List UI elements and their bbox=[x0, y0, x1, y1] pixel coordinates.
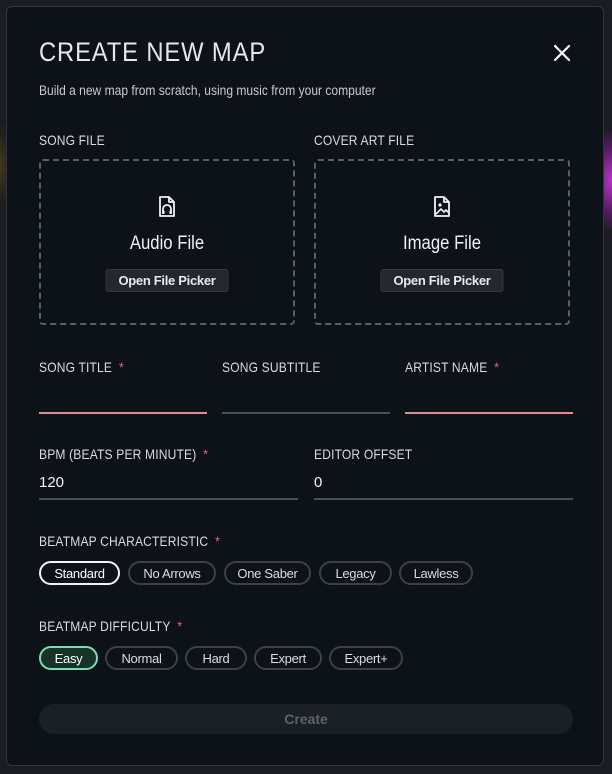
artist-name-underline bbox=[405, 412, 573, 414]
bpm-label: BPM (BEATS PER MINUTE) * bbox=[39, 446, 209, 462]
required-marker: * bbox=[494, 359, 500, 375]
required-marker: * bbox=[177, 618, 183, 634]
song-title-label: SONG TITLE * bbox=[39, 359, 124, 375]
song-file-title: Audio File bbox=[129, 233, 205, 254]
modal-title: CREATE NEW MAP bbox=[39, 37, 267, 67]
characteristic-option-no-arrows[interactable]: No Arrows bbox=[128, 561, 216, 585]
editor-offset-underline bbox=[314, 498, 573, 500]
required-marker: * bbox=[215, 533, 221, 549]
difficulty-option-hard[interactable]: Hard bbox=[185, 646, 247, 670]
bpm-underline bbox=[39, 498, 298, 500]
create-button[interactable]: Create bbox=[39, 704, 573, 734]
editor-offset-label: EDITOR OFFSET bbox=[314, 446, 413, 462]
song-subtitle-underline bbox=[222, 412, 390, 414]
song-file-dropzone[interactable]: Audio File Open File Picker bbox=[39, 159, 295, 325]
difficulty-option-easy[interactable]: Easy bbox=[39, 646, 98, 670]
cover-art-dropzone[interactable]: Image File Open File Picker bbox=[314, 159, 570, 325]
characteristic-option-standard[interactable]: Standard bbox=[39, 561, 120, 585]
song-title-underline bbox=[39, 412, 207, 414]
editor-offset-input[interactable]: 0 bbox=[314, 474, 322, 491]
song-subtitle-label: SONG SUBTITLE bbox=[222, 359, 321, 375]
create-map-modal: CREATE NEW MAP Build a new map from scra… bbox=[6, 6, 604, 766]
characteristic-option-legacy[interactable]: Legacy bbox=[319, 561, 392, 585]
difficulty-option-expert[interactable]: Expert bbox=[254, 646, 322, 670]
close-icon[interactable] bbox=[550, 41, 574, 65]
difficulty-option-normal[interactable]: Normal bbox=[105, 646, 178, 670]
artist-name-label: ARTIST NAME * bbox=[405, 359, 500, 375]
song-file-picker-button[interactable]: Open File Picker bbox=[105, 269, 229, 292]
audio-file-icon bbox=[156, 195, 178, 219]
bpm-input[interactable]: 120 bbox=[39, 474, 64, 491]
cover-art-file-title: Image File bbox=[402, 233, 482, 254]
difficulty-option-expert-plus[interactable]: Expert+ bbox=[329, 646, 403, 670]
image-file-icon bbox=[431, 195, 453, 219]
characteristic-option-lawless[interactable]: Lawless bbox=[399, 561, 473, 585]
characteristic-option-one-saber[interactable]: One Saber bbox=[224, 561, 311, 585]
modal-subtitle: Build a new map from scratch, using musi… bbox=[39, 82, 376, 98]
song-file-label: SONG FILE bbox=[39, 132, 105, 148]
required-marker: * bbox=[203, 446, 209, 462]
cover-art-file-label: COVER ART FILE bbox=[314, 132, 415, 148]
beatmap-difficulty-label: BEATMAP DIFFICULTY * bbox=[39, 618, 183, 634]
beatmap-characteristic-label: BEATMAP CHARACTERISTIC * bbox=[39, 533, 221, 549]
required-marker: * bbox=[118, 359, 124, 375]
cover-art-picker-button[interactable]: Open File Picker bbox=[380, 269, 504, 292]
